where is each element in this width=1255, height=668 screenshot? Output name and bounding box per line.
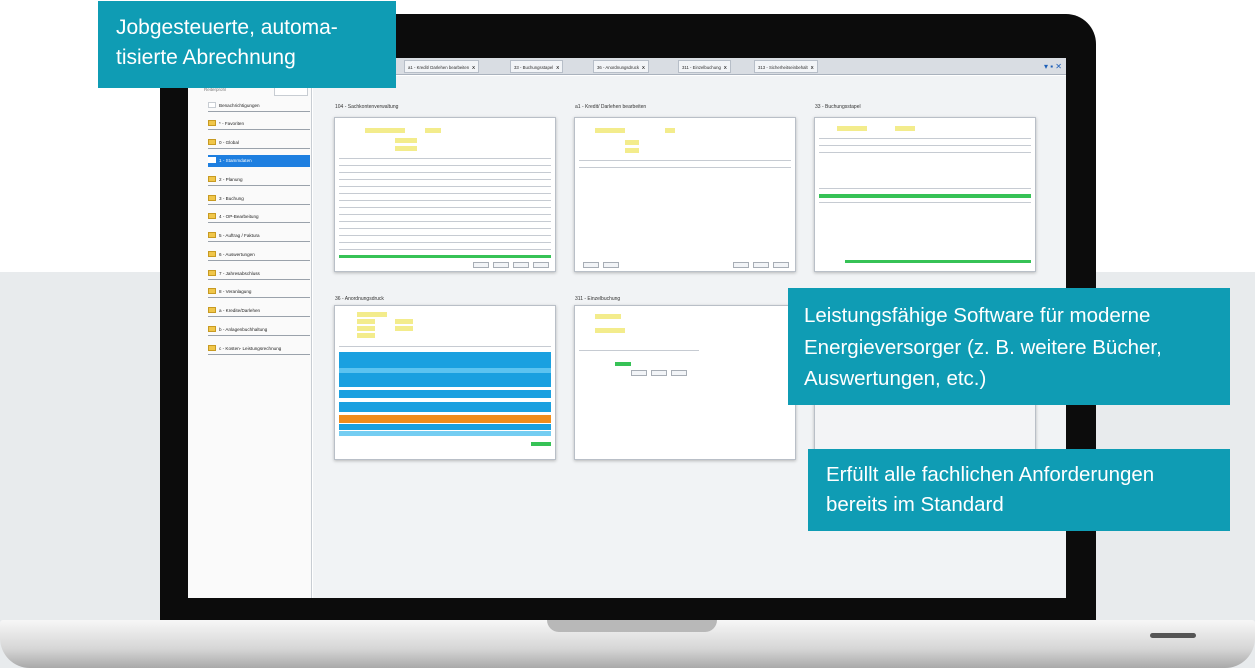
tab-label: 313 - Sicherheitseinbehalt: [758, 65, 808, 70]
callout-line: Erfüllt alle fachlichen Anforderungen: [826, 463, 1155, 486]
sidebar-item-auftrag-faktura[interactable]: 5 - Auftrag / Faktura: [208, 230, 310, 242]
folder-icon: [208, 345, 216, 351]
sidebar-item-kredite-darlehen[interactable]: a - Kredite/Darlehen: [208, 305, 310, 317]
callout-line: bereits im Standard: [826, 493, 1004, 516]
sidebar-item-benachrichtigungen[interactable]: Benachrichtigungen: [208, 100, 310, 112]
folder-icon: [208, 102, 216, 108]
folder-icon: [208, 270, 216, 276]
tab-buchungsstapel[interactable]: 33 - Buchungsstapel X: [510, 60, 564, 73]
folder-icon: [208, 157, 216, 163]
window-title: 104 - Sachkontenverwaltung: [335, 104, 399, 110]
folder-icon: [208, 232, 216, 238]
sidebar-item-planung[interactable]: 2 - Planung: [208, 174, 310, 186]
window-title: 33 - Buchungsstapel: [815, 104, 861, 110]
window-thumbnail-buchungsstapel[interactable]: [814, 117, 1036, 272]
callout-line: tisierte Abrechnung: [116, 46, 296, 69]
sidebar-item-stammdaten[interactable]: 1 - Stammdaten: [208, 155, 310, 167]
sidebar-item-auswertungen[interactable]: 6 - Auswertungen: [208, 249, 310, 261]
sidebar-item-anlagenbuchhaltung[interactable]: b - Anlagenbuchhaltung: [208, 324, 310, 336]
folder-icon: [208, 195, 216, 201]
tab-einzelbuchung[interactable]: 311 - Einzelbuchung X: [678, 60, 731, 73]
window-thumbnail-sachkontenverwaltung[interactable]: [334, 117, 556, 272]
callout-line: Jobgesteuerte, automa-: [116, 16, 338, 39]
tab-sicherheitseinbehalt[interactable]: 313 - Sicherheitseinbehalt X: [754, 60, 818, 73]
window-thumbnail-anordnungsdruck[interactable]: [334, 305, 556, 460]
sidebar-item-jahresabschluss[interactable]: 7 - Jahresabschluss: [208, 268, 310, 280]
folder-icon: [208, 251, 216, 257]
callout-fachliche-anforderungen: Erfüllt alle fachlichen Anforderungen be…: [808, 449, 1230, 531]
folder-icon: [208, 176, 216, 182]
sidebar-item-favoriten[interactable]: * - Favoriten: [208, 118, 310, 130]
callout-leistungsfaehige-software: Leistungsfähige Software für moderne Ene…: [788, 288, 1230, 405]
callout-jobgesteuerte-abrechnung: Jobgesteuerte, automa- tisierte Abrechnu…: [98, 1, 396, 88]
sidebar-item-buchung[interactable]: 3 - Buchung: [208, 193, 310, 205]
laptop-indicator: [1150, 633, 1196, 638]
laptop-notch: [547, 620, 717, 632]
close-icon[interactable]: X: [556, 65, 559, 70]
callout-line: Energieversorger (z. B. weitere Bücher,: [804, 335, 1162, 359]
window-controls[interactable]: ▾ ▪ ✕: [1044, 60, 1062, 73]
close-icon[interactable]: X: [811, 65, 814, 70]
folder-icon: [208, 120, 216, 126]
tab-label: 36 - Anordnungsdruck: [597, 65, 640, 70]
close-icon[interactable]: X: [472, 65, 475, 70]
navigation-sidebar: Reiterprofil Benachrichtigungen * - Favo…: [188, 76, 312, 598]
folder-icon: [208, 139, 216, 145]
callout-line: Leistungsfähige Software für moderne: [804, 304, 1151, 327]
folder-icon: [208, 288, 216, 294]
tab-anordnungsdruck[interactable]: 36 - Anordnungsdruck X: [593, 60, 649, 73]
window-title: 311 - Einzelbuchung: [575, 296, 621, 302]
close-icon[interactable]: X: [724, 65, 727, 70]
tab-label: a1 - Kredit/ Darlehen bearbeiten: [408, 65, 470, 70]
folder-icon: [208, 326, 216, 332]
tab-label: 33 - Buchungsstapel: [514, 65, 554, 70]
sidebar-item-op-bearbeitung[interactable]: 4 - OP-Bearbeitung: [208, 211, 310, 223]
window-title: 36 - Anordnungsdruck: [335, 296, 384, 302]
close-icon[interactable]: X: [642, 65, 645, 70]
window-thumbnail-kredit-darlehen[interactable]: [574, 117, 796, 272]
folder-icon: [208, 213, 216, 219]
window-thumbnail-einzelbuchung[interactable]: [574, 305, 796, 460]
sidebar-item-veranlagung[interactable]: 8 - Veranlagung: [208, 286, 310, 298]
folder-icon: [208, 307, 216, 313]
sidebar-item-global[interactable]: 0 - Global: [208, 137, 310, 149]
tab-kredit-darlehen[interactable]: a1 - Kredit/ Darlehen bearbeiten X: [404, 60, 480, 73]
tab-label: 311 - Einzelbuchung: [682, 65, 721, 70]
callout-line: Auswertungen, etc.): [804, 367, 987, 390]
sidebar-item-kosten-leistungsrechnung[interactable]: c - Kosten- Leistungsrechnung: [208, 343, 310, 355]
window-title: a1 - Kredit/ Darlehen bearbeiten: [575, 104, 647, 110]
